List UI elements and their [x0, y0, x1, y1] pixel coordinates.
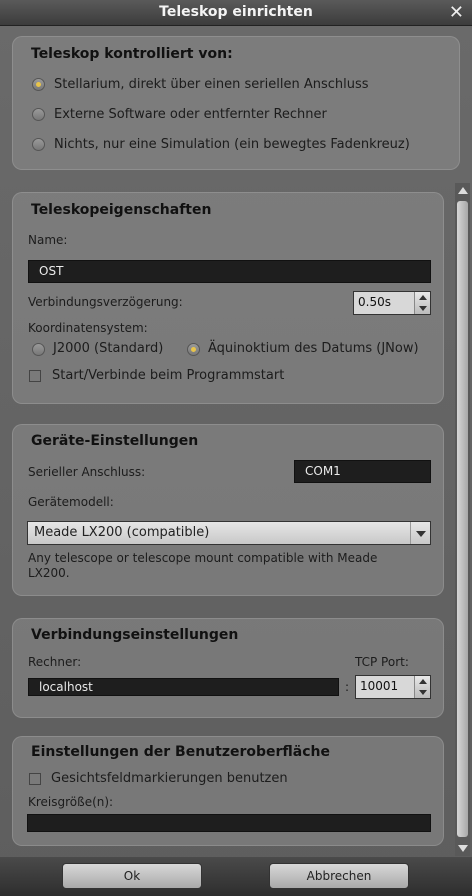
name-label: Name:	[28, 233, 68, 247]
host-input[interactable]: localhost	[28, 678, 339, 696]
serial-port-input[interactable]: COM1	[294, 460, 431, 483]
properties-group: Teleskopeigenschaften Name: OST Verbindu…	[12, 192, 444, 404]
coord-option-j2000[interactable]: J2000 (Standard)	[53, 341, 163, 356]
port-separator: :	[345, 680, 350, 694]
vertical-scrollbar[interactable]	[455, 183, 470, 856]
fov-checkbox[interactable]	[29, 773, 41, 785]
port-label: TCP Port:	[355, 655, 409, 669]
coord-label: Koordinatensystem:	[28, 321, 148, 335]
delay-stepper[interactable]	[414, 292, 430, 314]
cancel-button[interactable]: Abbrechen	[269, 863, 409, 889]
scroll-up-icon[interactable]	[458, 187, 468, 194]
close-icon[interactable]: ✕	[449, 2, 464, 23]
connection-group: Verbindungseinstellungen Rechner: TCP Po…	[12, 618, 444, 718]
control-option-serial[interactable]: Stellarium, direkt über einen seriellen …	[54, 77, 369, 92]
spin-down-icon[interactable]	[419, 690, 427, 695]
model-label: Gerätemodell:	[28, 495, 114, 509]
port-value: 10001	[360, 679, 399, 693]
device-heading: Geräte-Einstellungen	[31, 433, 199, 449]
control-radio-serial[interactable]	[32, 78, 45, 91]
properties-heading: Teleskopeigenschaften	[31, 202, 212, 218]
chevron-down-icon[interactable]	[410, 522, 430, 544]
delay-label: Verbindungsverzögerung:	[28, 295, 183, 309]
title-bar[interactable]: Teleskop einrichten ✕	[0, 0, 472, 26]
control-heading: Teleskop kontrolliert von:	[31, 46, 233, 62]
model-select-value: Meade LX200 (compatible)	[34, 525, 210, 540]
button-bar: Ok Abbrechen	[0, 857, 472, 896]
coord-radio-jnow[interactable]	[187, 343, 200, 356]
autostart-checkbox[interactable]	[29, 370, 41, 382]
delay-spinbox[interactable]: 0.50s	[353, 291, 431, 315]
ui-heading: Einstellungen der Benutzeroberfläche	[31, 744, 330, 760]
delay-value: 0.50s	[358, 295, 391, 309]
coord-option-jnow[interactable]: Äquinoktium des Datums (JNow)	[208, 341, 419, 356]
telescope-config-dialog: Teleskop einrichten ✕ Teleskop kontrolli…	[0, 0, 472, 896]
device-group: Geräte-Einstellungen Serieller Anschluss…	[12, 424, 444, 596]
port-stepper[interactable]	[414, 676, 430, 698]
scrollbar-thumb[interactable]	[457, 201, 468, 837]
spin-down-icon[interactable]	[419, 306, 427, 311]
name-input[interactable]: OST	[28, 260, 431, 283]
scroll-down-icon[interactable]	[458, 845, 468, 852]
circle-size-label: Kreisgröße(n):	[28, 795, 114, 809]
autostart-label[interactable]: Start/Verbinde beim Programmstart	[52, 368, 284, 383]
ui-group: Einstellungen der Benutzeroberfläche Ges…	[12, 736, 444, 846]
window-title: Teleskop einrichten	[159, 4, 313, 20]
serial-label: Serieller Anschluss:	[28, 465, 146, 479]
fov-label[interactable]: Gesichtsfeldmarkierungen benutzen	[51, 771, 288, 786]
coord-radio-j2000[interactable]	[32, 343, 45, 356]
port-spinbox[interactable]: 10001	[355, 675, 431, 699]
control-option-external[interactable]: Externe Software oder entfernter Rechner	[54, 107, 327, 122]
model-select[interactable]: Meade LX200 (compatible)	[27, 521, 431, 545]
model-description: Any telescope or telescope mount compati…	[28, 551, 378, 580]
control-radio-external[interactable]	[32, 108, 45, 121]
host-label: Rechner:	[28, 655, 82, 669]
ok-button[interactable]: Ok	[62, 863, 202, 889]
control-radio-simulation[interactable]	[32, 138, 45, 151]
spin-up-icon[interactable]	[419, 679, 427, 684]
spin-up-icon[interactable]	[419, 295, 427, 300]
circle-size-input[interactable]	[27, 814, 431, 832]
control-option-simulation[interactable]: Nichts, nur eine Simulation (ein bewegte…	[54, 137, 410, 152]
connection-heading: Verbindungseinstellungen	[31, 627, 239, 643]
control-group: Teleskop kontrolliert von: Stellarium, d…	[12, 36, 460, 170]
